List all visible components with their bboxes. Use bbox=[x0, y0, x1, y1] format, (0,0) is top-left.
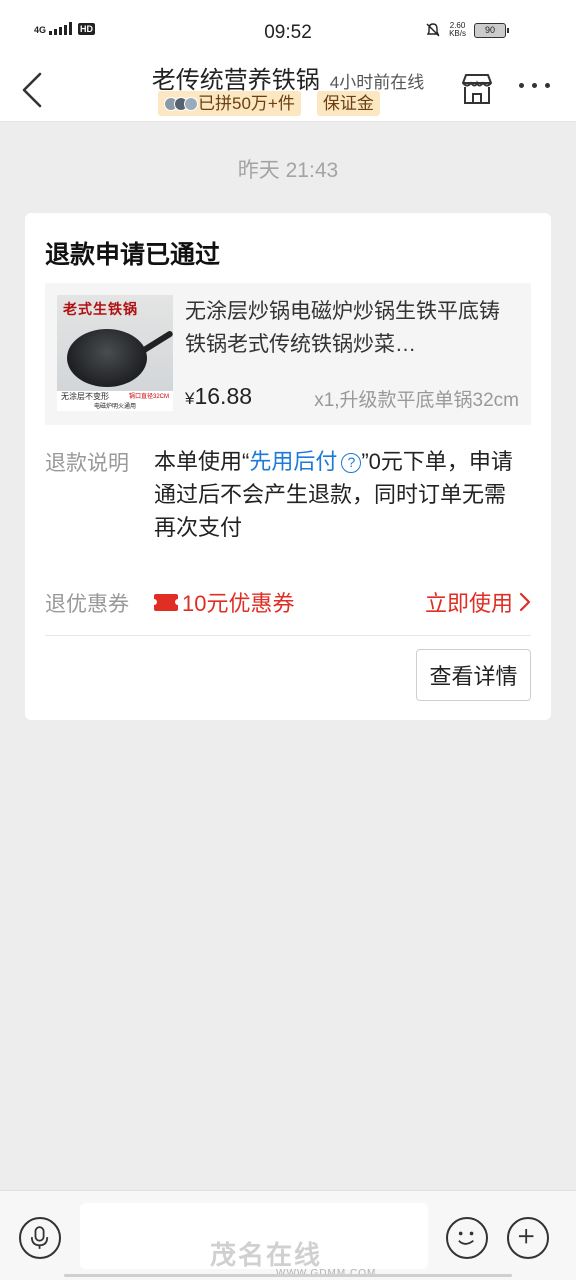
product-image-caption: 无涂层不变形 锅口直径32CM 电磁炉明火通用 bbox=[57, 391, 173, 411]
battery-icon: 90 bbox=[474, 22, 509, 38]
deposit-badge: 保证金 bbox=[316, 91, 380, 116]
pay-later-link[interactable]: 先用后付 bbox=[249, 449, 337, 474]
add-plus-icon[interactable] bbox=[507, 1217, 549, 1259]
coupon-ticket-icon bbox=[151, 593, 181, 611]
image-caption-right: 锅口直径32CM bbox=[128, 394, 169, 400]
product-image-brand: 老式生铁锅 bbox=[63, 302, 138, 318]
wok-graphic bbox=[67, 329, 147, 387]
coupon-info: 10元优惠券 bbox=[151, 586, 295, 618]
more-options-icon[interactable] bbox=[519, 83, 550, 88]
chat-header: 老传统营养铁锅 4小时前在线 已拼50万+件 保证金 bbox=[0, 60, 576, 122]
coupon-value: 10元优惠券 bbox=[182, 591, 295, 616]
refund-description: 本单使用“先用后付? ”0元下单，申请通过后不会产生退款，同时订单无需再次支付 bbox=[154, 445, 522, 544]
buyer-avatars-icon bbox=[164, 96, 198, 111]
shop-name[interactable]: 老传统营养铁锅 bbox=[152, 67, 320, 94]
use-coupon-label: 立即使用 bbox=[424, 591, 513, 616]
status-right: 2.60 KB/s 90 bbox=[425, 22, 509, 38]
product-image: 老式生铁锅 无涂层不变形 锅口直径32CM 电磁炉明火通用 bbox=[57, 295, 173, 411]
shop-badges: 已拼50万+件 保证金 bbox=[158, 91, 380, 116]
product-price: ¥16.88 bbox=[185, 383, 252, 410]
online-status: 4小时前在线 bbox=[329, 73, 425, 92]
wok-handle-graphic bbox=[140, 329, 173, 355]
voice-input-icon[interactable] bbox=[19, 1217, 61, 1259]
coupon-label: 退优惠券 bbox=[45, 593, 129, 616]
card-divider bbox=[45, 635, 531, 636]
message-timestamp: 昨天 21:43 bbox=[237, 159, 339, 182]
emoji-icon[interactable] bbox=[446, 1217, 488, 1259]
sold-count-text: 已拼50万+件 bbox=[198, 94, 295, 113]
view-details-button[interactable]: 查看详情 bbox=[416, 649, 531, 701]
refund-label: 退款说明 bbox=[45, 452, 129, 475]
do-not-disturb-icon bbox=[426, 23, 440, 37]
site-watermark: 茂名在线 bbox=[210, 1240, 323, 1270]
use-coupon-link[interactable]: 立即使用 bbox=[425, 586, 531, 618]
refund-approved-card: 退款申请已通过 老式生铁锅 无涂层不变形 锅口直径32CM 电磁炉明火通用 无涂… bbox=[25, 213, 551, 720]
network-speed: 2.60 KB/s bbox=[449, 22, 466, 38]
store-icon[interactable] bbox=[458, 70, 496, 108]
help-icon[interactable]: ? bbox=[341, 453, 362, 473]
product-name: 无涂层炒锅电磁炉炒锅生铁平底铸铁锅老式传统铁锅炒菜… bbox=[185, 300, 500, 356]
product-spec: x1,升级款平底单锅32cm bbox=[314, 390, 519, 411]
refund-text-prefix: 本单使用“ bbox=[154, 449, 250, 474]
status-bar: 4G HD 09:52 2.60 KB/s 90 bbox=[0, 0, 576, 60]
sold-count-badge: 已拼50万+件 bbox=[158, 91, 301, 116]
image-caption-left: 无涂层不变形 bbox=[61, 392, 109, 401]
message-input-bar: 茂名在线 bbox=[0, 1190, 576, 1280]
image-caption-bottom: 电磁炉明火通用 bbox=[93, 404, 136, 410]
chevron-right-icon bbox=[519, 592, 531, 612]
home-indicator bbox=[64, 1274, 512, 1277]
card-title: 退款申请已通过 bbox=[45, 241, 221, 269]
price-value: 16.88 bbox=[194, 383, 253, 409]
speed-unit: KB/s bbox=[449, 29, 466, 38]
product-summary[interactable]: 老式生铁锅 无涂层不变形 锅口直径32CM 电磁炉明火通用 无涂层炒锅电磁炉炒锅… bbox=[45, 283, 531, 425]
